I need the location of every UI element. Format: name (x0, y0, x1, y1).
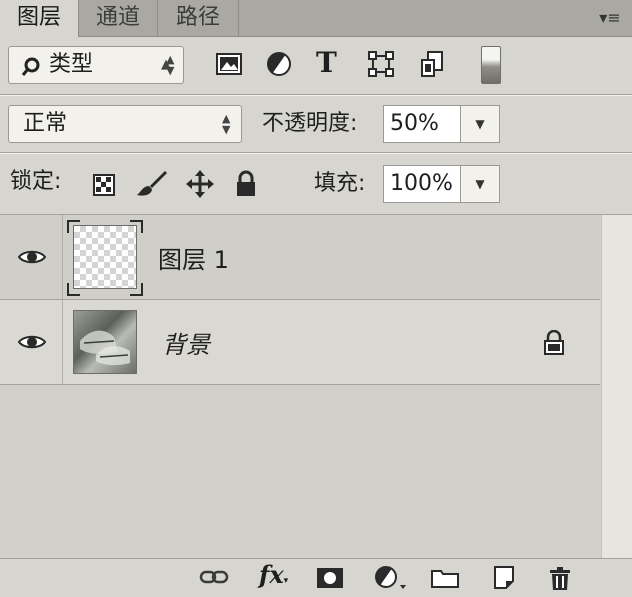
lock-transparent-pixels-icon[interactable] (93, 174, 115, 196)
fill-input[interactable]: 100% (383, 165, 461, 203)
lock-all-icon[interactable] (235, 170, 257, 198)
lock-label: 锁定: (10, 169, 62, 194)
layers-panel: 图层 通道 路径 ▾≡ 类型 ▲ ▲ ▼ T 正常 ▲ ▼ 不透明度: 50% … (0, 0, 632, 595)
delete-trash-icon[interactable] (548, 565, 572, 591)
select-arrows-icon: ▲ ▼ (166, 53, 175, 77)
opacity-label: 不透明度: (262, 111, 358, 136)
new-layer-icon[interactable] (492, 565, 516, 591)
filter-toggle-icon[interactable] (481, 46, 501, 84)
layer-name[interactable]: 背景 (162, 330, 210, 360)
eye-icon (18, 335, 46, 349)
shoes-image (80, 330, 130, 366)
tab-channels[interactable]: 通道 (79, 0, 158, 36)
layer-thumbnail (73, 310, 137, 374)
visibility-toggle[interactable] (0, 215, 63, 299)
add-mask-icon[interactable] (316, 567, 344, 589)
filter-kind-label: 类型 (49, 52, 94, 77)
layer-name[interactable]: 图层 1 (158, 245, 229, 275)
filter-kind-select[interactable]: 类型 ▲ (8, 46, 184, 84)
fill-dropdown-button[interactable]: ▼ (460, 165, 500, 203)
shape-filter-icon[interactable] (368, 51, 394, 77)
adjustment-layer-icon[interactable] (374, 565, 408, 591)
layer-row[interactable]: 图层 1 (0, 215, 600, 299)
blend-mode-value: 正常 (23, 111, 68, 136)
lock-icon (544, 330, 564, 355)
link-layers-icon[interactable] (199, 569, 229, 585)
layer-style-fx-icon[interactable]: fx▾ (259, 559, 288, 597)
select-arrows-icon: ▲ ▼ (222, 112, 231, 136)
lock-position-icon[interactable] (186, 170, 214, 198)
tab-paths[interactable]: 路径 (158, 0, 239, 36)
visibility-toggle[interactable] (0, 300, 63, 384)
opacity-dropdown-button[interactable]: ▼ (460, 105, 500, 143)
layers-bottom-toolbar: fx▾ (0, 558, 632, 595)
blend-mode-select[interactable]: 正常 (8, 105, 242, 143)
panel-menu-icon[interactable]: ▾≡ (596, 6, 624, 30)
group-folder-icon[interactable] (430, 567, 460, 589)
lock-image-pixels-icon[interactable] (135, 170, 169, 198)
selection-corners (67, 220, 143, 296)
tab-layers[interactable]: 图层 (0, 0, 79, 37)
type-filter-icon[interactable]: T (316, 46, 337, 80)
layers-list: 图层 1 背景 (0, 215, 602, 558)
panel-tab-strip: 图层 通道 路径 ▾≡ (0, 0, 632, 37)
smart-object-filter-icon[interactable] (420, 50, 446, 78)
opacity-input[interactable]: 50% (383, 105, 461, 143)
layer-row[interactable]: 背景 (0, 300, 600, 384)
eye-icon (18, 250, 46, 264)
fill-label: 填充: (314, 171, 366, 196)
adjustment-filter-icon[interactable] (266, 51, 292, 77)
scrollbar[interactable] (601, 215, 632, 558)
image-filter-icon[interactable] (216, 52, 242, 76)
search-icon (21, 57, 40, 76)
